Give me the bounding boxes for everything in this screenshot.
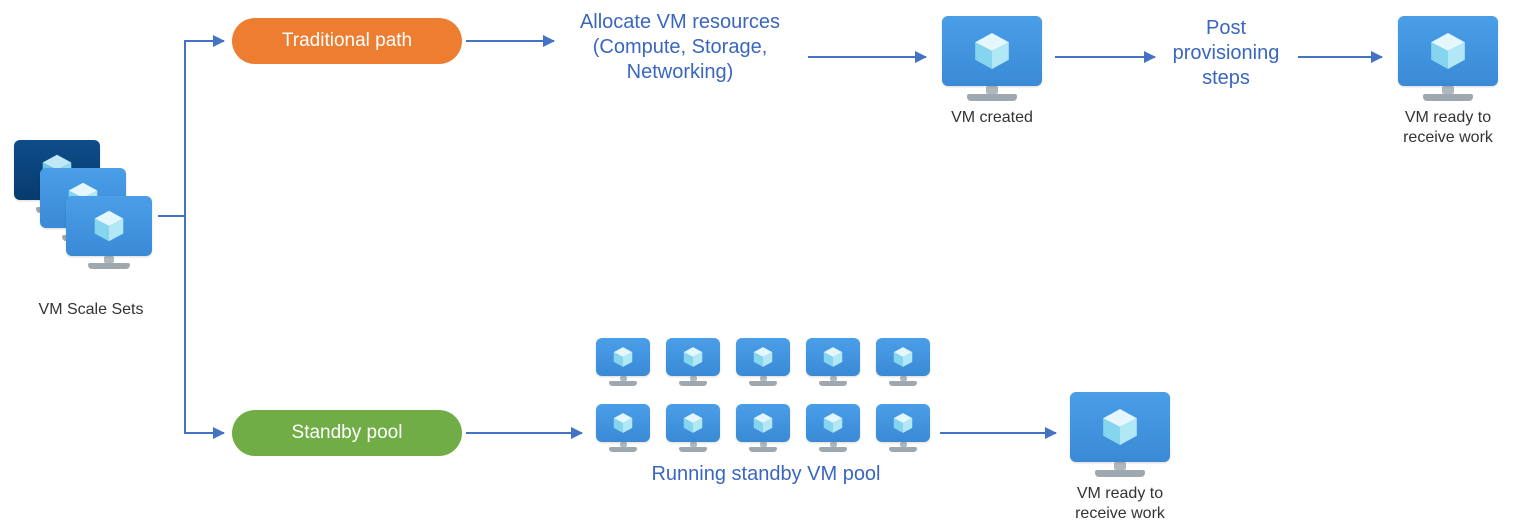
- arrow-trad-3: [1055, 56, 1155, 58]
- allocate-l1: Allocate VM resources: [560, 10, 800, 35]
- vm-ready-bottom: [1070, 392, 1170, 477]
- branch-connector: [158, 215, 186, 217]
- pool-vm: [596, 338, 650, 386]
- pool-vm: [876, 338, 930, 386]
- allocate-l3: Networking): [560, 60, 800, 85]
- vmss-label: VM Scale Sets: [6, 300, 176, 320]
- pool-vm: [806, 338, 860, 386]
- arrow-trad-2: [808, 56, 926, 58]
- vm-ready-top-label: VM ready to receive work: [1378, 108, 1518, 148]
- cube-icon: [892, 346, 914, 368]
- pool-vm: [876, 404, 930, 452]
- ready-top-l2: receive work: [1378, 128, 1518, 148]
- pool-vm: [666, 338, 720, 386]
- cube-icon: [682, 412, 704, 434]
- vmss-stack: [14, 140, 174, 310]
- post-l3: steps: [1158, 66, 1294, 91]
- pool-label: Running standby VM pool: [596, 462, 936, 487]
- cube-icon: [612, 412, 634, 434]
- pool-vm: [596, 404, 650, 452]
- pool-vm: [736, 404, 790, 452]
- cube-icon: [822, 412, 844, 434]
- cube-icon: [1100, 407, 1140, 447]
- cube-icon: [972, 31, 1012, 71]
- cube-icon: [752, 412, 774, 434]
- allocate-l2: (Compute, Storage,: [560, 35, 800, 60]
- arrow-standby-1: [466, 432, 582, 434]
- standby-pill: Standby pool: [232, 410, 462, 456]
- cube-icon: [822, 346, 844, 368]
- pool-vm: [666, 404, 720, 452]
- ready-bot-l1: VM ready to: [1050, 484, 1190, 504]
- vm-ready-top: [1398, 16, 1498, 101]
- vm-created: [942, 16, 1042, 101]
- vm-ready-bottom-label: VM ready to receive work: [1050, 484, 1190, 524]
- pool-vm: [736, 338, 790, 386]
- pool-vm: [806, 404, 860, 452]
- cube-icon: [1428, 31, 1468, 71]
- post-l2: provisioning: [1158, 41, 1294, 66]
- branch-vertical: [184, 40, 186, 434]
- cube-icon: [682, 346, 704, 368]
- cube-icon: [92, 209, 126, 243]
- cube-icon: [892, 412, 914, 434]
- arrow-trad-1: [466, 40, 554, 42]
- arrow-to-traditional-pill: [186, 40, 224, 42]
- arrow-to-standby-pill: [186, 432, 224, 434]
- arrow-trad-4: [1298, 56, 1382, 58]
- vm-created-label: VM created: [922, 108, 1062, 128]
- arrow-standby-2: [940, 432, 1056, 434]
- ready-bot-l2: receive work: [1050, 504, 1190, 524]
- post-l1: Post: [1158, 16, 1294, 41]
- traditional-pill: Traditional path: [232, 18, 462, 64]
- cube-icon: [752, 346, 774, 368]
- post-provisioning-text: Post provisioning steps: [1158, 16, 1294, 91]
- allocate-text: Allocate VM resources (Compute, Storage,…: [560, 10, 800, 85]
- ready-top-l1: VM ready to: [1378, 108, 1518, 128]
- vmss-vm-front: [66, 196, 152, 269]
- cube-icon: [612, 346, 634, 368]
